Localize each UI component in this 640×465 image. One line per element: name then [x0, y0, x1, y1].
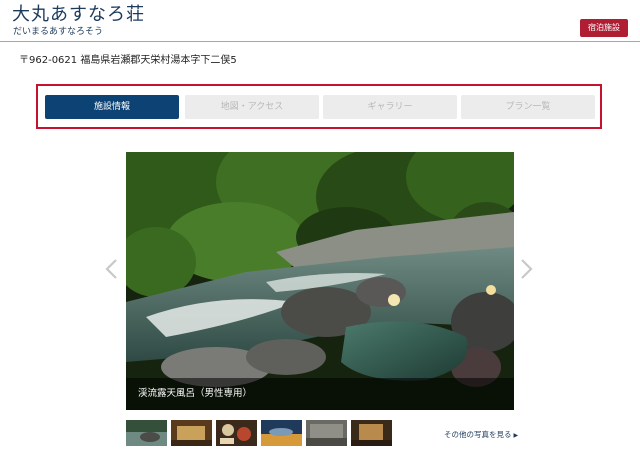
main-photo: 渓流露天風呂（男性専用）: [126, 152, 514, 410]
tab-gallery[interactable]: ギャラリー: [323, 95, 457, 119]
hot-spring-photo: [126, 152, 514, 410]
caption-bar: 渓流露天風呂（男性専用）: [126, 378, 514, 410]
triangle-right-icon: ▶: [513, 432, 519, 439]
thumbnail-5[interactable]: [306, 420, 347, 446]
address-text: 〒962-0621 福島県岩瀬郡天栄村湯本字下二俣5: [19, 55, 237, 66]
chevron-left-icon[interactable]: [104, 258, 118, 280]
thumbnail-1[interactable]: [126, 420, 167, 446]
tab-plan-list[interactable]: プラン一覧: [461, 95, 595, 119]
thumbnail-6[interactable]: [351, 420, 392, 446]
more-photos-link[interactable]: その他の写真を見る ▶: [444, 430, 518, 441]
thumbnail-2[interactable]: [171, 420, 212, 446]
thumbnail-3[interactable]: [216, 420, 257, 446]
site-subtitle: だいまるあすなろそう: [13, 27, 104, 37]
category-badge: 宿泊施設: [580, 19, 628, 37]
site-title[interactable]: 大丸あすなろ荘: [12, 5, 145, 25]
tab-bar: 施設情報 地図・アクセス ギャラリー プラン一覧: [36, 84, 602, 129]
more-photos-label: その他の写真を見る: [444, 430, 512, 439]
photo-caption: 渓流露天風呂（男性専用）: [138, 388, 253, 399]
tab-facility-info[interactable]: 施設情報: [45, 95, 179, 119]
chevron-right-icon[interactable]: [520, 258, 534, 280]
tab-map-access[interactable]: 地図・アクセス: [185, 95, 319, 119]
site-header: 大丸あすなろ荘 だいまるあすなろそう 宿泊施設: [0, 0, 640, 42]
thumbnail-4[interactable]: [261, 420, 302, 446]
